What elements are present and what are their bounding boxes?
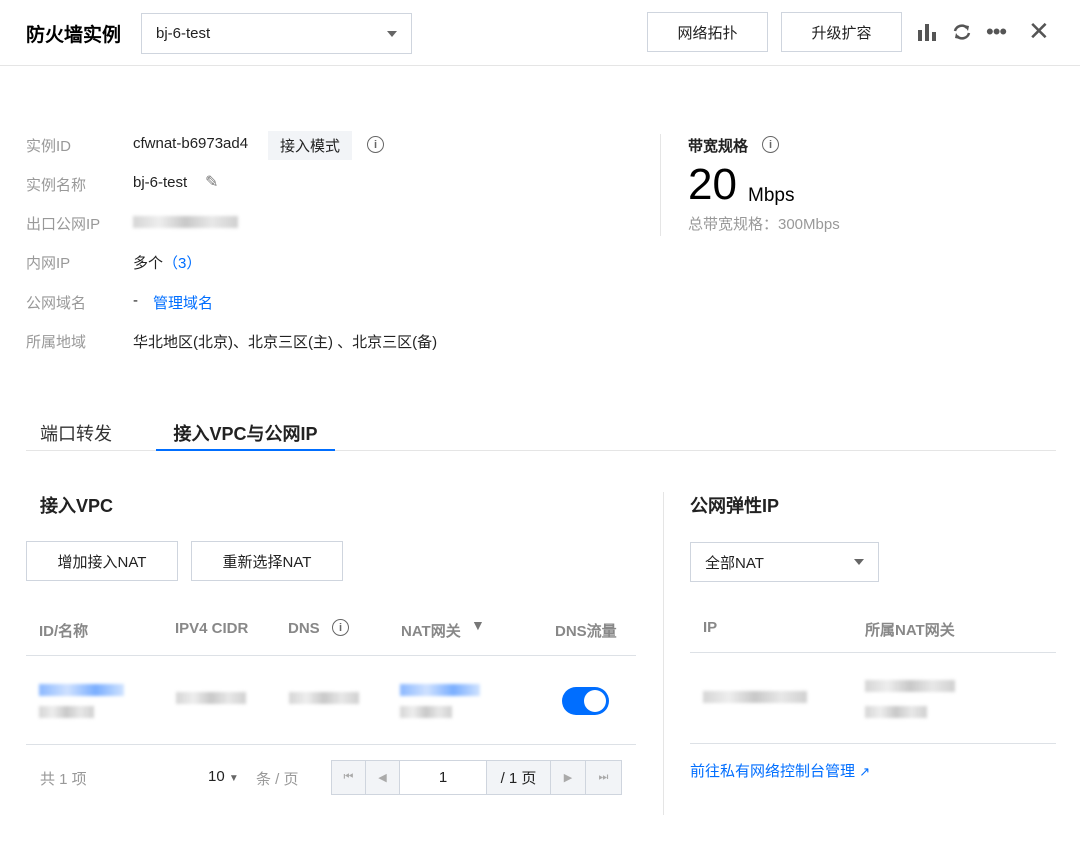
mode-badge: 接入模式 (268, 131, 353, 160)
instance-id: cfwnat-b6973ad4 (133, 135, 249, 152)
next-page-button[interactable]: ▶ (550, 760, 586, 795)
top-bar: 防火墙实例 bj-6-test 网络拓扑 升级扩容 ••• ✕ (0, 0, 1080, 66)
external-link-icon: ↗ (859, 764, 871, 779)
last-page-button[interactable]: ⏭ (585, 760, 622, 795)
caret-down-icon: ▼ (228, 773, 239, 784)
edit-pencil-icon[interactable]: ✎ (205, 172, 218, 192)
chevron-down-icon (387, 30, 397, 37)
page-size-select[interactable]: 10 ▼ (208, 768, 239, 785)
chart-icon[interactable] (917, 22, 937, 42)
info-icon[interactable]: i (332, 619, 349, 636)
col-nat-gateway: 所属NAT网关 (865, 622, 955, 639)
per-page-label: 条 / 页 (256, 771, 299, 788)
col-nat-gateway: NAT网关 (401, 623, 461, 640)
total-count: 共 1 项 (40, 771, 87, 788)
bandwidth-unit: Mbps (748, 185, 795, 206)
bandwidth-label: 带宽规格 (688, 138, 749, 155)
col-dns: DNS (288, 620, 320, 637)
col-ipv4-cidr: IPV4 CIDR (175, 620, 249, 637)
row-divider (690, 743, 1056, 744)
eip-nat-id (865, 680, 955, 692)
close-icon[interactable]: ✕ (1028, 18, 1050, 44)
internal-ip: 多个（3） (133, 252, 201, 273)
domain-value: - (133, 292, 138, 309)
vpc-console-link[interactable]: 前往私有网络控制台管理 ↗ (690, 760, 870, 781)
total-bandwidth: 总带宽规格：300Mbps (688, 216, 840, 233)
table-row (26, 656, 636, 744)
nat-gateway-name (400, 706, 452, 718)
info-icon[interactable]: i (367, 136, 384, 153)
info-icon[interactable]: i (762, 136, 779, 153)
domain-label: 公网域名 (26, 295, 87, 312)
instance-select-value: bj-6-test (156, 25, 211, 42)
vpc-id-link[interactable] (39, 684, 124, 696)
vpc-console-link-text: 前往私有网络控制台管理 (690, 763, 856, 780)
nat-filter-select[interactable]: 全部NAT (690, 542, 879, 582)
dns-value (289, 692, 359, 704)
row-divider (26, 744, 636, 745)
col-dns-traffic: DNS流量 (555, 623, 617, 640)
region-label: 所属地域 (26, 334, 87, 351)
filter-icon[interactable]: ▼ (471, 617, 485, 633)
vpc-name (39, 706, 94, 718)
prev-page-button[interactable]: ◀ (365, 760, 400, 795)
tab-port-forwarding[interactable]: 端口转发 (40, 420, 112, 446)
tab-vpc-public-ip[interactable]: 接入VPC与公网IP (156, 420, 335, 451)
egress-ip-label: 出口公网IP (26, 216, 101, 233)
name-label: 实例名称 (26, 177, 87, 194)
eip-title: 公网弹性IP (690, 496, 780, 516)
eip-ip-value (703, 691, 807, 703)
first-page-button[interactable]: ⏮ (331, 760, 366, 795)
instance-id-label: 实例ID (26, 138, 72, 155)
total-pages: / 1 页 (486, 760, 551, 795)
region-value: 华北地区(北京)、北京三区(主) 、北京三区(备) (133, 334, 438, 351)
instance-select[interactable]: bj-6-test (141, 13, 412, 54)
instance-name: bj-6-test (133, 174, 188, 191)
vpc-title: 接入VPC (40, 496, 114, 516)
chevron-down-icon (854, 559, 864, 565)
manage-domain-link[interactable]: 管理域名 (153, 292, 213, 313)
nat-gateway-link[interactable] (400, 684, 480, 696)
divider (660, 134, 661, 236)
nat-filter-value: 全部NAT (705, 554, 764, 572)
eip-nat-name (865, 706, 927, 718)
add-nat-button[interactable]: 增加接入NAT (26, 541, 178, 581)
col-ip: IP (703, 619, 718, 636)
refresh-icon[interactable] (952, 22, 972, 42)
page-input[interactable]: 1 (399, 760, 487, 795)
upgrade-button[interactable]: 升级扩容 (781, 12, 902, 52)
internal-ip-count-link[interactable]: （3） (163, 255, 201, 272)
internal-ip-label: 内网IP (26, 255, 71, 272)
internal-ip-value: 多个 (133, 255, 164, 272)
bandwidth-value: 20 (688, 160, 737, 209)
egress-ip-redacted (133, 216, 238, 228)
page-title: 防火墙实例 (26, 25, 122, 46)
topology-button[interactable]: 网络拓扑 (647, 12, 768, 52)
page-size-value: 10 (208, 768, 225, 785)
reselect-nat-button[interactable]: 重新选择NAT (191, 541, 343, 581)
cidr-value (176, 692, 246, 704)
more-icon[interactable]: ••• (986, 21, 1007, 43)
col-id-name: ID/名称 (39, 623, 89, 640)
divider (663, 492, 664, 815)
dns-traffic-toggle[interactable] (562, 687, 609, 715)
header-divider (690, 652, 1056, 653)
